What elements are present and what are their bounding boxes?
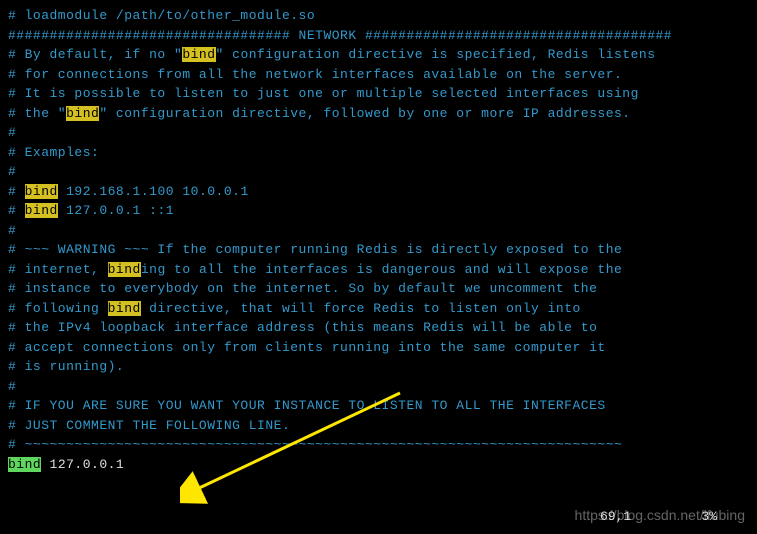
- config-line: #: [8, 162, 749, 182]
- watermark: https://blog.csdn.net/ifubing: [575, 505, 745, 526]
- search-highlight: bind: [108, 262, 141, 277]
- search-highlight: bind: [182, 47, 215, 62]
- config-line: # bind 127.0.0.1 ::1: [8, 201, 749, 221]
- config-line: #: [8, 221, 749, 241]
- config-line: # loadmodule /path/to/other_module.so: [8, 6, 749, 26]
- config-line: # instance to everybody on the internet.…: [8, 279, 749, 299]
- config-line: # following bind directive, that will fo…: [8, 299, 749, 319]
- config-line: # internet, binding to all the interface…: [8, 260, 749, 280]
- search-highlight: bind: [25, 184, 58, 199]
- editor-content[interactable]: # loadmodule /path/to/other_module.so ##…: [8, 6, 749, 474]
- config-line: #: [8, 123, 749, 143]
- config-line: # ~~~ WARNING ~~~ If the computer runnin…: [8, 240, 749, 260]
- cursor-line: bind 127.0.0.1: [8, 455, 749, 475]
- config-line: # bind 192.168.1.100 10.0.0.1: [8, 182, 749, 202]
- config-line: # accept connections only from clients r…: [8, 338, 749, 358]
- config-line: # IF YOU ARE SURE YOU WANT YOUR INSTANCE…: [8, 396, 749, 416]
- search-highlight: bind: [66, 106, 99, 121]
- config-line: # for connections from all the network i…: [8, 65, 749, 85]
- config-line: # Examples:: [8, 143, 749, 163]
- config-line: # ~~~~~~~~~~~~~~~~~~~~~~~~~~~~~~~~~~~~~~…: [8, 435, 749, 455]
- config-line: # It is possible to listen to just one o…: [8, 84, 749, 104]
- search-highlight: bind: [108, 301, 141, 316]
- config-line: # JUST COMMENT THE FOLLOWING LINE.: [8, 416, 749, 436]
- search-highlight: bind: [25, 203, 58, 218]
- config-line: # the IPv4 loopback interface address (t…: [8, 318, 749, 338]
- config-line: # By default, if no "bind" configuration…: [8, 45, 749, 65]
- cursor-highlight: bind: [8, 457, 41, 472]
- config-line: ################################## NETWO…: [8, 26, 749, 46]
- config-line: # is running).: [8, 357, 749, 377]
- config-line: #: [8, 377, 749, 397]
- config-line: # the "bind" configuration directive, fo…: [8, 104, 749, 124]
